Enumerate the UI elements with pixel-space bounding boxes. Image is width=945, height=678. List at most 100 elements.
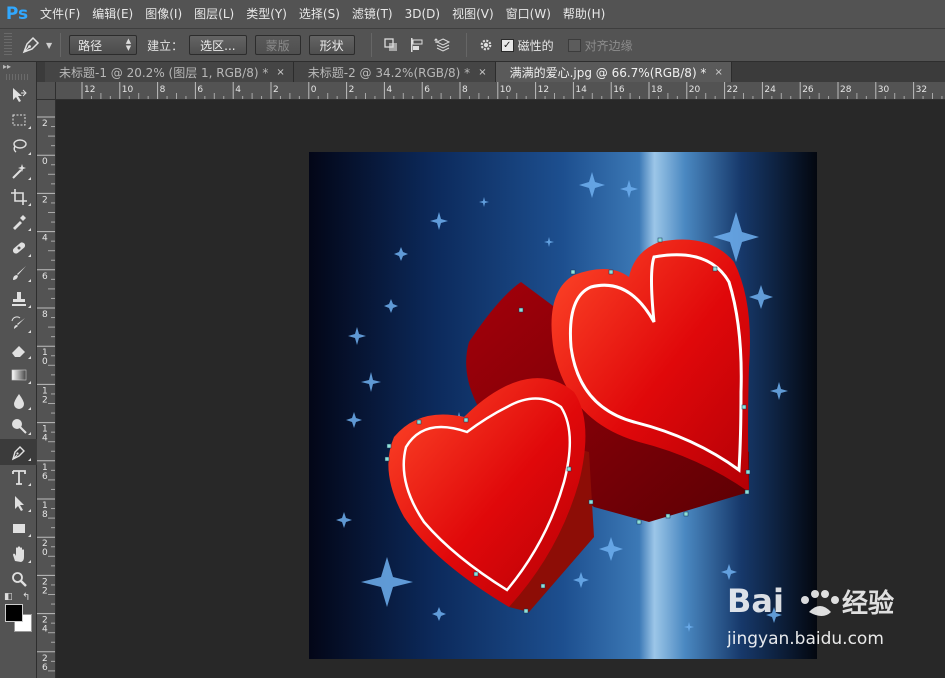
close-icon[interactable]: × <box>478 67 486 78</box>
ruler-label: 14 <box>575 85 587 95</box>
menu-view[interactable]: 视图(V) <box>446 0 500 28</box>
menu-window[interactable]: 窗口(W) <box>500 0 557 28</box>
ruler-label: 10 <box>500 85 512 95</box>
mode-select[interactable]: 路径 ▲ ▼ <box>69 35 138 55</box>
swap-colors-icon[interactable]: ↰ <box>22 592 30 603</box>
tab-document-3[interactable]: 满满的爱心.jpg @ 66.7%(RGB/8) * × <box>495 62 732 82</box>
arrow-icon <box>14 495 24 511</box>
close-icon[interactable]: × <box>714 67 722 78</box>
ruler-label: 2 <box>273 85 279 95</box>
divider <box>465 33 467 57</box>
vertical-ruler-ticks: 202468101214161820222426 <box>37 116 55 673</box>
history-brush-tool[interactable] <box>0 312 37 338</box>
path-selection-tool[interactable] <box>0 490 37 516</box>
align-edges-checkbox[interactable] <box>567 38 581 52</box>
ruler-label: 0 <box>311 85 317 95</box>
bandage-icon <box>12 242 25 254</box>
ruler-origin[interactable] <box>37 82 56 100</box>
ruler-label: 18 <box>651 85 663 95</box>
lasso-tool[interactable] <box>0 133 37 159</box>
menu-file[interactable]: 文件(F) <box>34 0 86 28</box>
eyedropper-tool[interactable] <box>0 210 37 236</box>
menu-bar: Ps 文件(F) 编辑(E) 图像(I) 图层(L) 类型(Y) 选择(S) 滤… <box>0 0 945 28</box>
history-brush-icon <box>11 316 25 330</box>
path-arrangement-button[interactable] <box>432 34 454 56</box>
horizontal-ruler[interactable]: 12 10 8 6 4 2 0 2 4 6 8 10 12 14 16 18 20 22 24 26 28 30 32 <box>56 82 945 100</box>
more-tools-indicator <box>28 330 31 333</box>
path-operations-icon <box>384 38 397 51</box>
zoom-tool[interactable] <box>0 567 37 593</box>
default-colors-icon[interactable]: ◧ <box>4 592 13 602</box>
more-tools-indicator <box>28 279 31 282</box>
options-grip[interactable] <box>4 33 12 57</box>
ruler-label: 28 <box>840 85 852 95</box>
close-icon[interactable]: × <box>276 67 284 78</box>
magic-wand-tool[interactable] <box>0 159 37 185</box>
tabs-grip <box>37 62 45 82</box>
make-shape-button[interactable]: 形状 <box>308 35 355 55</box>
crop-tool[interactable] <box>0 184 37 210</box>
vertical-ruler[interactable]: 202468101214161820222426 <box>37 100 56 678</box>
path-alignment-button[interactable] <box>406 34 428 56</box>
menu-edit[interactable]: 编辑(E) <box>86 0 139 28</box>
menu-help[interactable]: 帮助(H) <box>557 0 611 28</box>
more-tools-indicator <box>28 126 31 129</box>
more-tools-indicator <box>28 457 31 461</box>
ruler-label: 0 <box>42 357 48 367</box>
stamp-icon <box>11 291 26 306</box>
menu-image[interactable]: 图像(I) <box>139 0 188 28</box>
more-tools-indicator <box>28 228 31 231</box>
ruler-label: 8 <box>160 85 166 95</box>
make-mask-button[interactable]: 蒙版 <box>254 35 301 55</box>
panel-grip[interactable] <box>6 74 30 80</box>
dodge-tool[interactable] <box>0 414 37 440</box>
clone-stamp-tool[interactable] <box>0 286 37 312</box>
menu-type[interactable]: 类型(Y) <box>240 0 293 28</box>
more-tools-indicator <box>28 151 31 155</box>
tab-document-1[interactable]: 未标题-1 @ 20.2% (图层 1, RGB/8) * × <box>45 62 294 82</box>
magnetic-checkbox[interactable]: ✓ <box>500 38 514 52</box>
blur-tool[interactable] <box>0 388 37 414</box>
tab-document-2[interactable]: 未标题-2 @ 34.2%(RGB/8) * × <box>293 62 496 82</box>
ruler-label: 10 <box>122 85 134 95</box>
tool-preset-picker[interactable]: ▼ <box>20 34 52 56</box>
more-tools-indicator <box>28 483 31 486</box>
ruler-label: 26 <box>802 85 814 95</box>
gradient-tool[interactable] <box>0 363 37 389</box>
divider <box>60 33 62 57</box>
ruler-label: 2 <box>42 195 48 205</box>
pen-tool[interactable] <box>0 439 37 465</box>
type-tool[interactable] <box>0 465 37 491</box>
healing-brush-tool[interactable] <box>0 235 37 261</box>
foreground-color[interactable] <box>5 604 23 622</box>
menu-filter[interactable]: 滤镜(T) <box>346 0 399 28</box>
collapse-icon[interactable]: ▸▸ <box>0 62 36 72</box>
tab-title: 未标题-2 @ 34.2%(RGB/8) * <box>307 65 471 80</box>
hand-tool[interactable] <box>0 541 37 567</box>
brush-tool[interactable] <box>0 261 37 287</box>
menu-layer[interactable]: 图层(L) <box>188 0 240 28</box>
marquee-tool[interactable] <box>0 108 37 134</box>
ruler-label: 4 <box>235 85 241 95</box>
move-tool[interactable] <box>0 82 37 108</box>
ruler-label: 16 <box>613 85 625 95</box>
more-tools-indicator <box>28 534 31 537</box>
ruler-label: 2 <box>349 85 355 95</box>
menu-select[interactable]: 选择(S) <box>293 0 346 28</box>
shape-tool[interactable] <box>0 516 37 542</box>
eraser-tool[interactable] <box>0 337 37 363</box>
brush-icon <box>12 266 26 281</box>
ruler-label: 6 <box>197 85 203 95</box>
settings-button[interactable] <box>475 34 497 56</box>
ruler-label: 8 <box>42 310 48 320</box>
mode-select-value: 路径 <box>78 38 103 53</box>
options-bar: ▼ 路径 ▲ ▼ 建立： 选区... 蒙版 形状 ✓ 磁性的 对齐边缘 <box>0 28 945 62</box>
make-selection-button[interactable]: 选区... <box>189 35 247 55</box>
type-icon <box>11 470 26 486</box>
ruler-label: 22 <box>727 85 738 95</box>
more-tools-indicator <box>28 406 31 410</box>
path-operations-button[interactable] <box>380 34 402 56</box>
zoom-icon <box>11 572 27 588</box>
ruler-label: 4 <box>42 625 48 635</box>
menu-3d[interactable]: 3D(D) <box>399 0 446 28</box>
